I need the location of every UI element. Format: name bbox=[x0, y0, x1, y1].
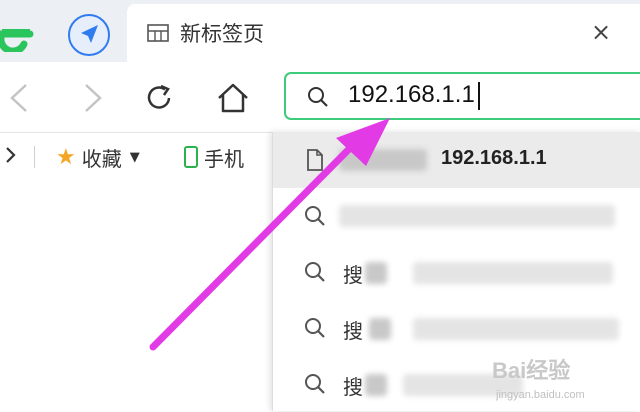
blurred-text bbox=[369, 318, 391, 340]
address-input[interactable]: 192.168.1.1 bbox=[348, 81, 480, 110]
blurred-text bbox=[413, 262, 613, 284]
document-icon bbox=[307, 149, 323, 171]
browser-logo-icon[interactable] bbox=[0, 12, 34, 52]
blurred-text bbox=[365, 262, 387, 284]
suggestion-item[interactable]: 搜 bbox=[273, 244, 640, 300]
bookmark-favorites[interactable]: ★ 收藏 ▼ bbox=[56, 142, 140, 172]
suggestion-item[interactable]: 192.168.1.1 bbox=[273, 132, 640, 188]
bookmark-mobile[interactable]: 手机 bbox=[184, 142, 244, 172]
bookmark-label: 手机 bbox=[204, 146, 244, 171]
tab-close-button[interactable]: × bbox=[591, 18, 611, 46]
home-button[interactable] bbox=[213, 80, 253, 116]
navigate-arrow-icon bbox=[81, 25, 98, 43]
tab-title: 新标签页 bbox=[180, 22, 264, 46]
forward-button[interactable] bbox=[72, 80, 112, 116]
watermark-url: jingyan.baidu.com bbox=[496, 389, 585, 401]
search-icon bbox=[305, 374, 325, 394]
blurred-text bbox=[339, 205, 615, 227]
address-value: 192.168.1.1 bbox=[348, 81, 475, 108]
text-cursor bbox=[477, 81, 480, 110]
blurred-text bbox=[413, 318, 619, 340]
suggestion-item[interactable]: 搜 bbox=[273, 300, 640, 356]
suggestion-url: 192.168.1.1 bbox=[441, 147, 547, 169]
search-icon bbox=[308, 87, 328, 107]
suggestion-item[interactable] bbox=[273, 188, 640, 244]
phone-icon bbox=[184, 146, 198, 168]
bookmarks-expand-icon[interactable] bbox=[2, 141, 20, 169]
watermark: Bai经验 jingyan.baidu.com bbox=[492, 353, 638, 411]
home-icon bbox=[218, 83, 248, 113]
reload-button[interactable] bbox=[140, 80, 180, 116]
address-bar[interactable]: 192.168.1.1 bbox=[284, 72, 640, 120]
navigate-button[interactable] bbox=[68, 14, 110, 56]
suggestion-prefix: 搜 bbox=[343, 377, 363, 399]
active-tab[interactable]: 新标签页 × bbox=[127, 4, 640, 62]
watermark-brand: Bai经验 bbox=[492, 358, 571, 383]
chevron-down-icon[interactable]: ▼ bbox=[130, 150, 140, 165]
tab-page-icon bbox=[147, 24, 169, 42]
search-icon bbox=[305, 262, 325, 282]
suggestion-prefix: 搜 bbox=[343, 321, 363, 343]
blurred-text bbox=[339, 149, 427, 171]
bookmarks-divider bbox=[34, 146, 35, 168]
reload-icon bbox=[147, 84, 171, 109]
star-icon: ★ bbox=[56, 144, 76, 170]
bookmark-label: 收藏 bbox=[81, 146, 122, 171]
back-button[interactable] bbox=[0, 80, 40, 116]
back-arrow-icon bbox=[10, 84, 27, 112]
suggestion-prefix: 搜 bbox=[343, 265, 363, 287]
forward-arrow-icon bbox=[85, 84, 102, 112]
search-icon bbox=[305, 318, 325, 338]
search-icon bbox=[305, 206, 325, 226]
blurred-text bbox=[365, 374, 387, 396]
tab-strip: 新标签页 × bbox=[0, 0, 640, 62]
